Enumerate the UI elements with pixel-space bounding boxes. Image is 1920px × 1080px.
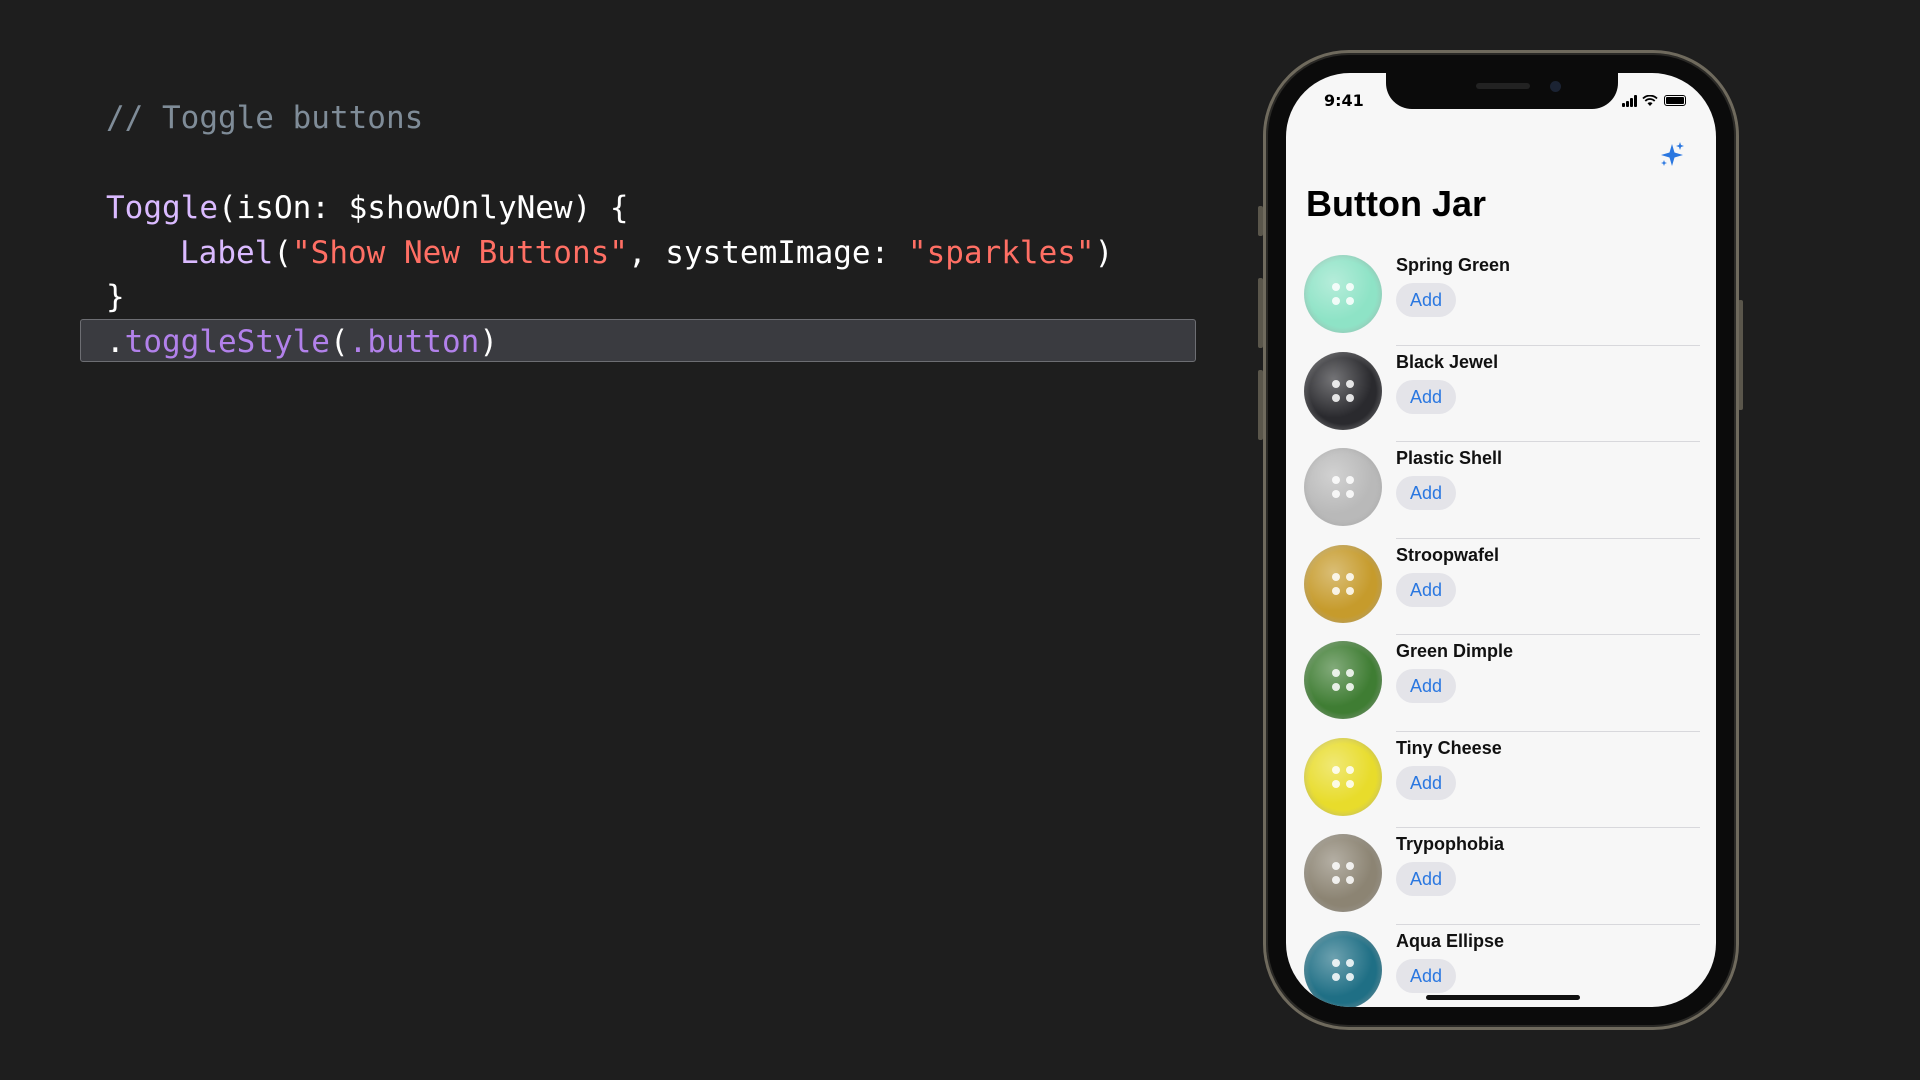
button-name: Stroopwafel [1396, 544, 1500, 565]
button-name: Trypophobia [1396, 834, 1504, 854]
code-token-plain: ) [479, 324, 498, 360]
battery-icon [1664, 95, 1686, 106]
button-name: Tiny Cheese [1396, 737, 1502, 758]
code-token-plain: , systemImage: [627, 235, 908, 271]
phone-screen: 9:41 Button Jar Spring Green Add Black Jew… [1286, 73, 1716, 1007]
add-button[interactable]: Add [1396, 765, 1456, 800]
status-time: 9:41 [1324, 91, 1364, 110]
add-button[interactable]: Add [1396, 476, 1456, 510]
list-item: Trypophobia Add [1286, 828, 1716, 925]
button-thumbnail [1304, 448, 1382, 526]
sparkles-icon[interactable] [1658, 141, 1686, 169]
front-camera [1550, 81, 1561, 92]
code-token-plain: (isOn: $showOnlyNew) { [217, 190, 629, 226]
button-name: Aqua Ellipse [1396, 930, 1505, 951]
list-item: Spring Green Add [1286, 249, 1716, 346]
code-line-toggle: Toggle(isOn: $showOnlyNew) { [106, 188, 629, 228]
button-thumbnail [1304, 737, 1382, 816]
list-item: Green Dimple Add [1286, 635, 1716, 732]
home-indicator[interactable] [1426, 995, 1580, 1000]
code-token-plain: ) [1094, 235, 1114, 271]
code-token-method: toggleStyle [124, 324, 330, 360]
notch [1386, 73, 1618, 109]
button-list: Spring Green Add Black Jewel Add Plastic She… [1286, 249, 1716, 1007]
button-thumbnail [1304, 255, 1382, 333]
button-name: Green Dimple [1396, 641, 1514, 661]
page-title: Button Jar [1306, 183, 1486, 224]
wifi-icon [1642, 95, 1658, 106]
code-token-plain: ( [329, 324, 349, 360]
list-item: Black Jewel Add [1286, 346, 1716, 442]
button-name: Black Jewel [1396, 351, 1499, 372]
code-line-togglestyle: .toggleStyle(.button) [106, 322, 498, 362]
add-button[interactable]: Add [1396, 283, 1456, 317]
code-panel: // Toggle buttons Toggle(isOn: $showOnly… [0, 0, 1220, 1080]
button-thumbnail [1304, 834, 1382, 912]
button-thumbnail [1304, 351, 1382, 430]
speaker-grille [1476, 83, 1530, 89]
add-button[interactable]: Add [1396, 669, 1456, 703]
phone-frame: 9:41 Button Jar Spring Green Add Black Jew… [1263, 50, 1739, 1030]
code-token-type: Toggle [106, 190, 218, 226]
code-token-string: "sparkles" [907, 235, 1095, 271]
list-item: Tiny Cheese Add [1286, 732, 1716, 828]
button-thumbnail [1304, 641, 1382, 719]
add-button[interactable]: Add [1396, 572, 1456, 607]
code-token-method: .button [348, 324, 480, 360]
code-comment: // Toggle buttons [106, 100, 424, 136]
code-token-plain: ( [273, 235, 292, 271]
code-token-type: Label [180, 235, 274, 271]
add-button[interactable]: Add [1396, 379, 1456, 414]
code-token-plain: . [106, 324, 125, 360]
status-icons [1622, 95, 1686, 107]
code-token-string: "Show New Buttons" [292, 235, 628, 271]
button-thumbnail [1304, 544, 1382, 623]
button-name: Plastic Shell [1396, 448, 1503, 468]
list-item: Plastic Shell Add [1286, 442, 1716, 539]
button-thumbnail [1304, 930, 1382, 1007]
code-line-label: Label("Show New Buttons", systemImage: "… [180, 233, 1113, 273]
add-button[interactable]: Add [1396, 958, 1456, 993]
code-line-close-brace: } [106, 279, 125, 315]
button-name: Spring Green [1396, 255, 1511, 275]
add-button[interactable]: Add [1396, 862, 1456, 896]
list-item: Stroopwafel Add [1286, 539, 1716, 635]
